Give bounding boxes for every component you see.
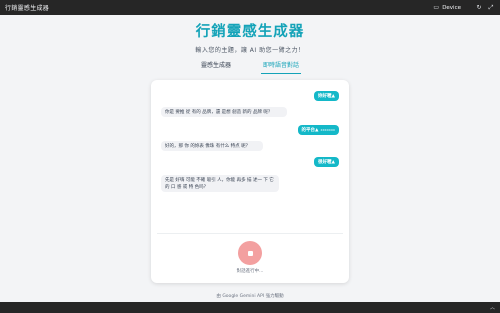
device-button[interactable]: ▭ Device [428, 4, 461, 12]
ai-message: 你是 要推 從 有的 品牌，還 是想 創造 新的 品牌 呢？ [161, 107, 287, 117]
ai-message: 好的，那 你 的妳表 像珠 有什么 特点 呢？ [161, 141, 263, 151]
ai-message: 先是 好嗨 可能 不確 吸引 人，你能 再多 描 述一 下 它的 口 感 或 特… [161, 175, 279, 192]
device-label: Device [442, 4, 461, 11]
refresh-icon[interactable]: ↻ [475, 4, 483, 12]
stop-recording-button[interactable] [238, 241, 262, 265]
stop-icon [247, 250, 253, 256]
divider [157, 233, 343, 234]
chevron-up-icon[interactable]: ︿ [490, 304, 495, 311]
chat-transcript[interactable]: 妳好喔▲ 你是 要推 從 有的 品牌，還 是想 創造 新的 品牌 呢？ 的平台▲… [157, 87, 343, 237]
window-title: 行銷靈感生成器 [5, 5, 50, 12]
tab-bar: 靈感生成器 即時語音對話 [0, 57, 500, 74]
conversation-status: 對話進行中... [236, 269, 264, 274]
bottom-bar: ︿ [0, 302, 500, 313]
user-message: 很好喔▲ [314, 157, 339, 167]
page-title: 行銷靈感生成器 [195, 24, 305, 40]
user-message: 的平台▲ xxxxxxx [297, 125, 339, 135]
chat-card: 妳好喔▲ 你是 要推 從 有的 品牌，還 是想 創造 新的 品牌 呢？ 的平台▲… [151, 80, 349, 283]
window-title-bar: 行銷靈感生成器 ▭ Device ↻ ⤢ [0, 0, 500, 15]
user-message: 妳好喔▲ [314, 91, 339, 101]
expand-icon[interactable]: ⤢ [487, 4, 495, 12]
page-subtitle: 輸入您的主題，讓 AI 助您一臂之力！ [195, 47, 305, 54]
device-icon: ▭ [433, 4, 440, 11]
page-header: 行銷靈感生成器 輸入您的主題，讓 AI 助您一臂之力！ [0, 20, 500, 54]
tab-live-voice-chat[interactable]: 即時語音對話 [261, 57, 302, 74]
footer-credit: 由 Google Gemini API 強力驅動 [216, 294, 284, 299]
tab-inspiration-generator[interactable]: 靈感生成器 [199, 57, 233, 74]
